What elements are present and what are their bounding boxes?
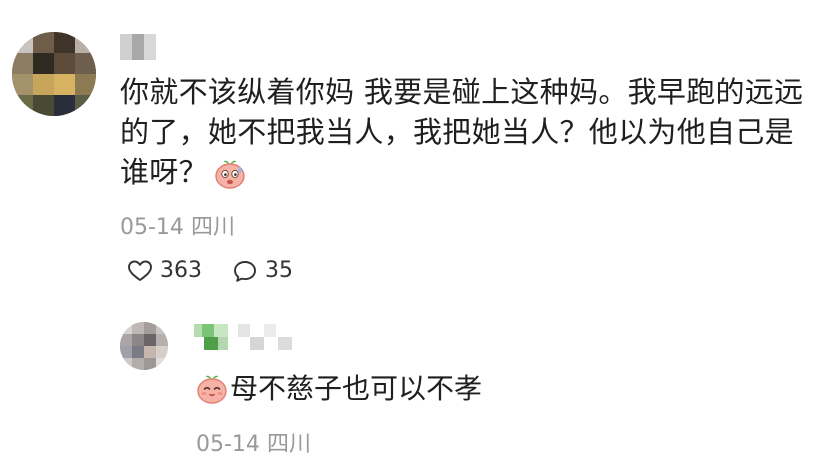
heart-icon	[128, 260, 152, 281]
replier-avatar[interactable]	[120, 322, 168, 370]
reply-date: 05-14	[196, 432, 260, 457]
commenter-username-blurred[interactable]	[120, 34, 158, 60]
comment-text: 你就不该纵着你妈 我要是碰上这种妈。我早跑的远远的了，她不把我当人，我把她当人？…	[120, 72, 810, 192]
smile-face-icon	[196, 374, 228, 404]
reply-location: 四川	[266, 432, 311, 457]
reply-text-content: 母不慈子也可以不孝	[230, 372, 483, 405]
reply-text: 母不慈子也可以不孝	[196, 370, 482, 408]
comment-meta: 05-14 四川	[120, 209, 235, 241]
replier-username-blurred[interactable]	[194, 322, 302, 356]
comment-thread: { "comment": { "username_blurred": true,…	[0, 0, 820, 457]
commenter-avatar[interactable]	[12, 32, 96, 116]
comment-location: 四川	[190, 215, 235, 240]
comment-date: 05-14	[120, 215, 184, 240]
comment-actions: 363 35	[127, 258, 323, 283]
reply-count: 35	[265, 258, 293, 283]
like-count: 363	[160, 258, 202, 283]
reply-count-button[interactable]: 35	[232, 258, 293, 283]
sweat-smile-face-icon	[214, 159, 246, 189]
like-button[interactable]: 363	[127, 258, 202, 283]
comment-bubble-icon	[234, 260, 256, 282]
reply-meta: 05-14 四川	[196, 426, 311, 458]
